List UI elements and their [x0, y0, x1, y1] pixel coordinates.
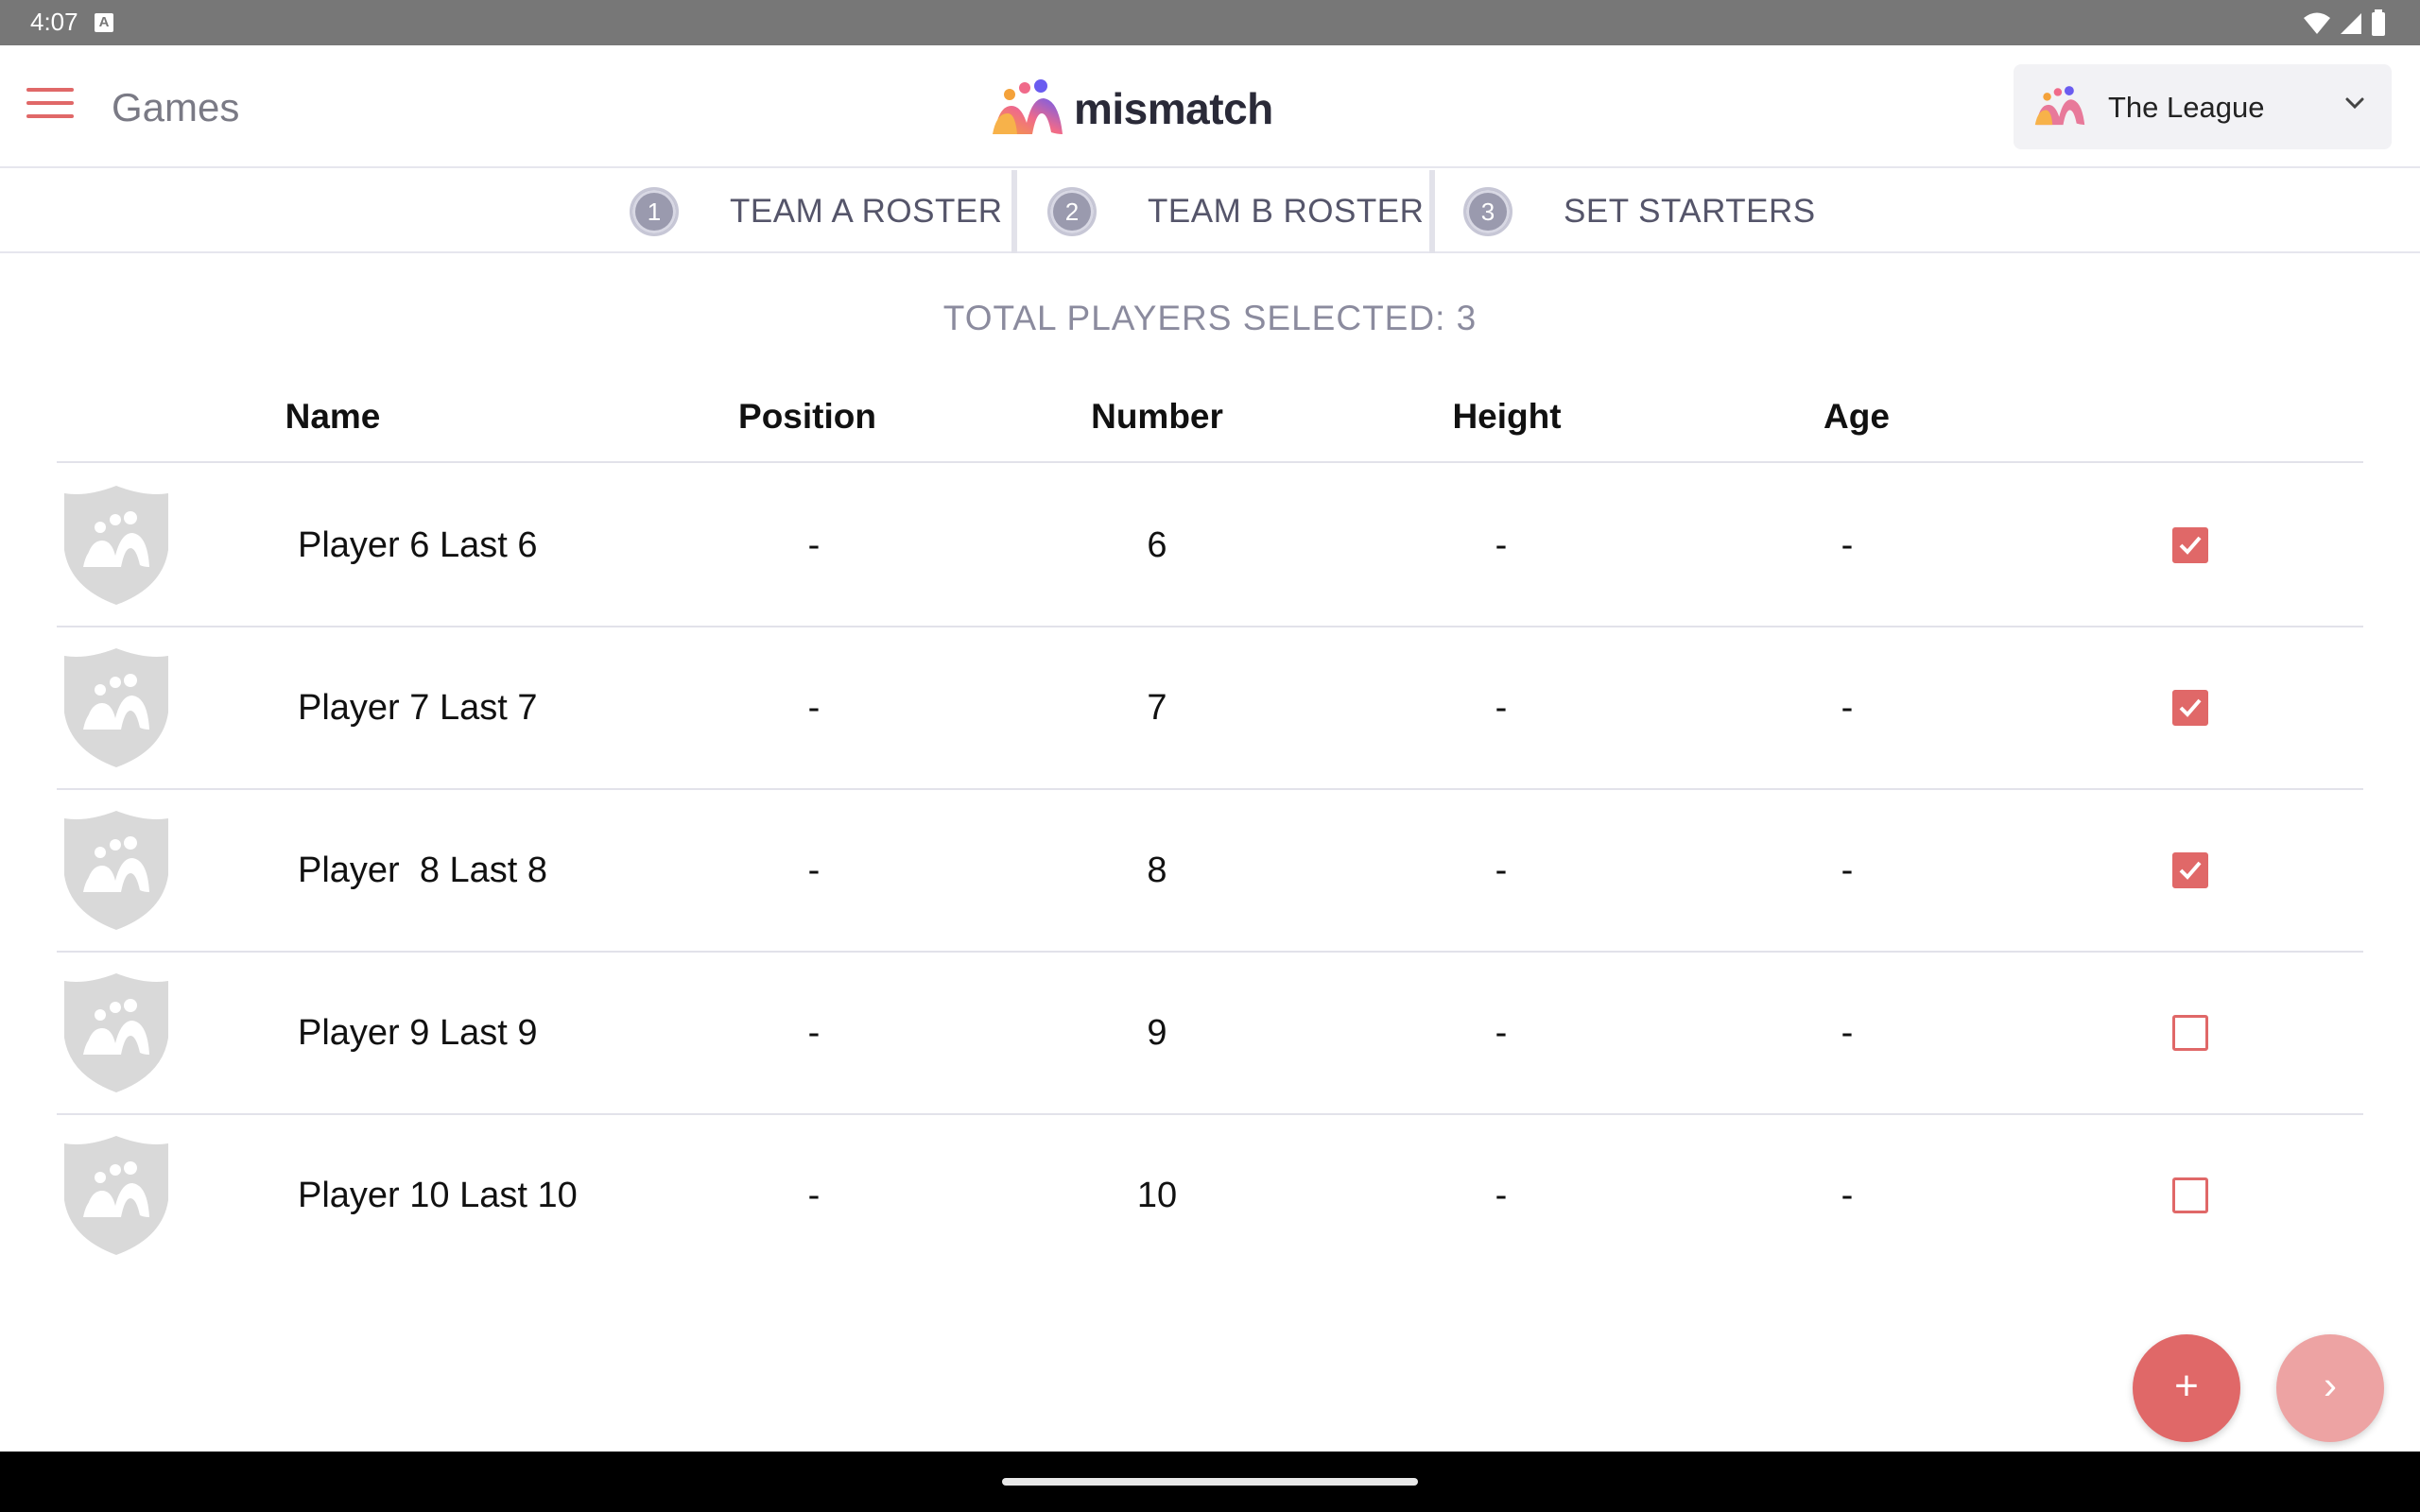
player-number: 10 — [1136, 1176, 1178, 1215]
wifi-icon — [2304, 12, 2330, 34]
page-title: Games — [112, 85, 240, 129]
player-height: - — [1495, 688, 1508, 728]
check-icon — [2179, 698, 2202, 717]
league-logo-icon — [2034, 86, 2085, 126]
table-row[interactable]: Player 10 Last 10 - 10 - - — [57, 1115, 2363, 1278]
step-set-starters[interactable]: 3 SET STARTERS — [1463, 170, 1816, 253]
step-number: 1 — [630, 187, 679, 236]
header-position: Position — [738, 397, 876, 436]
player-height: - — [1495, 525, 1508, 565]
player-height: - — [1495, 850, 1508, 890]
total-players-selected: TOTAL PLAYERS SELECTED: 3 — [942, 299, 1478, 337]
step-number: 3 — [1463, 187, 1512, 236]
player-shield-icon — [64, 811, 168, 930]
player-age: - — [1841, 1013, 1854, 1053]
player-shield-icon — [64, 1136, 168, 1255]
player-shield-icon — [64, 486, 168, 605]
chevron-down-icon — [2345, 97, 2364, 110]
step-divider — [1011, 170, 1017, 253]
player-name: Player 9 Last 9 — [298, 1013, 538, 1053]
table-header: Name Position Number Height Age — [57, 387, 2363, 463]
home-gesture-handle[interactable] — [1002, 1478, 1418, 1486]
select-player-checkbox[interactable] — [2172, 1177, 2208, 1213]
player-position: - — [807, 525, 821, 565]
player-position: - — [807, 1176, 821, 1215]
status-icons — [2303, 9, 2386, 36]
signal-icon — [2341, 13, 2361, 34]
check-icon — [2179, 536, 2202, 555]
table-row[interactable]: Player 9 Last 9 - 9 - - — [57, 953, 2363, 1115]
table-row[interactable]: Player 6 Last 6 - 6 - - — [57, 465, 2363, 627]
step-team-b-roster[interactable]: 2 TEAM B ROSTER — [1047, 170, 1424, 253]
select-player-checkbox[interactable] — [2172, 527, 2208, 563]
header-height: Height — [1452, 397, 1562, 436]
player-age: - — [1841, 688, 1854, 728]
mismatch-logo-icon — [993, 79, 1063, 134]
step-label: TEAM A ROSTER — [730, 193, 1003, 230]
table-row[interactable]: Player 8 Last 8 - 8 - - — [57, 790, 2363, 953]
player-name: Player 7 Last 7 — [298, 688, 538, 728]
header-number: Number — [1091, 397, 1223, 436]
hamburger-icon[interactable] — [26, 88, 74, 126]
step-label: TEAM B ROSTER — [1148, 193, 1425, 230]
step-team-a-roster[interactable]: 1 TEAM A ROSTER — [630, 170, 1003, 253]
player-age: - — [1841, 1176, 1854, 1215]
player-height: - — [1495, 1013, 1508, 1053]
select-player-checkbox[interactable] — [2172, 852, 2208, 888]
player-height: - — [1495, 1176, 1508, 1215]
player-number: 9 — [1147, 1013, 1167, 1053]
app-bar: Games mismatch The League — [0, 45, 2420, 168]
league-dropdown[interactable]: The League — [2014, 64, 2392, 149]
league-name: The League — [2108, 91, 2265, 124]
step-number: 2 — [1047, 187, 1097, 236]
player-name: Player 6 Last 6 — [298, 525, 538, 565]
player-name: Player 10 Last 10 — [298, 1176, 578, 1215]
brand-logo: mismatch — [989, 76, 1273, 142]
select-player-checkbox[interactable] — [2172, 1015, 2208, 1051]
step-label: SET STARTERS — [1564, 193, 1816, 230]
header-age: Age — [1824, 397, 1890, 436]
keyboard-indicator-icon: A — [95, 13, 113, 32]
add-player-button[interactable]: + — [2133, 1334, 2240, 1442]
table-row[interactable]: Player 7 Last 7 - 7 - - — [57, 627, 2363, 790]
player-position: - — [807, 688, 821, 728]
player-age: - — [1841, 525, 1854, 565]
player-age: - — [1841, 850, 1854, 890]
status-time: 4:07 — [30, 8, 78, 36]
status-bar: 4:07 A — [0, 0, 2420, 45]
roster-stepper: 1 TEAM A ROSTER 2 TEAM B ROSTER 3 SET ST… — [0, 170, 2420, 253]
player-shield-icon — [64, 648, 168, 767]
player-position: - — [807, 850, 821, 890]
player-name: Player 8 Last 8 — [298, 850, 548, 890]
player-number: 8 — [1147, 850, 1167, 890]
header-name: Name — [285, 397, 381, 436]
player-position: - — [807, 1013, 821, 1053]
battery-icon — [2372, 9, 2385, 36]
player-number: 7 — [1147, 688, 1167, 728]
step-divider — [1429, 170, 1435, 253]
next-step-button[interactable]: › — [2276, 1334, 2384, 1442]
player-shield-icon — [64, 973, 168, 1092]
player-number: 6 — [1147, 525, 1167, 565]
select-player-checkbox[interactable] — [2172, 690, 2208, 726]
check-icon — [2179, 861, 2202, 880]
brand-name: mismatch — [1074, 84, 1273, 133]
system-nav-bar — [0, 1452, 2420, 1512]
